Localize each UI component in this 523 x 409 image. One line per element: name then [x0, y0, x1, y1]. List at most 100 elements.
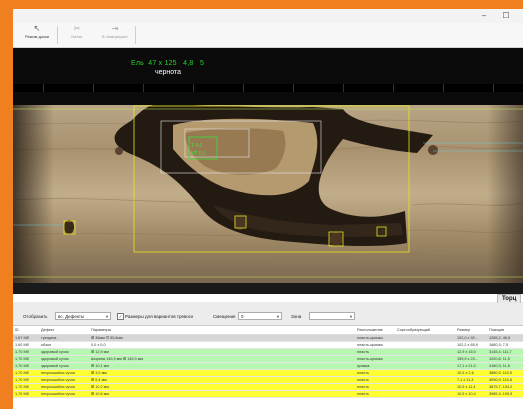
tax-button[interactable]: ✂ Налог [59, 24, 95, 46]
table-cell: 1,70 Мб [13, 348, 39, 356]
table-cell: несросшийся сучок [39, 376, 89, 384]
table-cell: 0,0 x 0,0 [89, 341, 355, 349]
minimize-button[interactable]: – [473, 9, 495, 23]
table-cell: 12,9 x 15,0 [455, 348, 487, 356]
table-cell: 1020,8; 11,5 [487, 355, 523, 363]
table-cell: 1,70 Мб [13, 369, 39, 377]
table-cell: пласть-кромка [355, 355, 395, 363]
col-header-id[interactable]: ID [13, 326, 39, 335]
board-viewer[interactable]: Ель 47 х 125 4,8 5 чернота T 4,6 КП 0,5 [13, 48, 523, 300]
board-grade-label: чернота [155, 69, 182, 76]
table-cell: ⊞ 10,2 мм [89, 383, 355, 391]
export-icon: ⇥ [111, 24, 119, 33]
table-row[interactable]: 1,70 Мб здоровый сучок ⊞ 10,1 мм кромка 17,1… [13, 362, 523, 370]
table-cell: несросшийся сучок [39, 369, 89, 377]
chevron-down-icon: ▼ [105, 314, 109, 319]
offset-label: Смещение [213, 314, 236, 319]
col-header-defect[interactable]: Дефект [39, 326, 89, 335]
filter-value: вс. Дефекты [58, 314, 85, 319]
table-cell: пласть [355, 376, 395, 384]
cursor-icon: ↖ [33, 24, 41, 33]
table-cell: пласть-кромка [355, 341, 395, 349]
table-cell: несросшийся сучок [39, 383, 89, 391]
defect-label-kp: КП 0,5 [191, 151, 206, 157]
table-cell [395, 383, 455, 391]
table-cell: ⊞ 10,6 мм [89, 390, 355, 398]
table-cell: 3875,7; 104,2 [487, 383, 523, 391]
board-scan-image[interactable]: T 4,6 КП 0,5 [13, 105, 523, 283]
table-cell: пласть [355, 390, 395, 398]
table-row[interactable]: 1,70 Мб несросшийся сучок ⊞ 10,6 мм пласть 1… [13, 390, 523, 398]
table-cell [395, 348, 455, 356]
table-cell: ⊞ 3,5 мм [89, 369, 355, 377]
table-cell: 1,70 Мб [13, 376, 39, 384]
col-header-size[interactable]: Размер [455, 326, 487, 335]
board-mode-button[interactable]: ↖ Режим доски [19, 24, 55, 46]
table-cell [395, 334, 455, 342]
table-cell: ⊞ 12,9 мм [89, 348, 355, 356]
table-cell: здоровый сучок [39, 348, 89, 356]
table-cell: 3880,9; 115,5 [487, 369, 523, 377]
table-cell: 17,1 x 21,0 [455, 362, 487, 370]
table-row[interactable]: 1,70 Мб несросшийся сучок ⊞ 10,2 мм пласть 1… [13, 383, 523, 391]
table-cell: 1,70 Мб [13, 383, 39, 391]
table-cell: 1,67 Мб [13, 334, 39, 342]
table-row[interactable]: 1,67 Мб трещина ⊞ 36мм ⊡ 50,6мм пласть-кром… [13, 334, 523, 342]
board-mode-label: Режим доски [25, 34, 49, 39]
defects-table[interactable]: ID Дефект Параметры Расположение Сортооб… [13, 325, 523, 409]
table-cell [395, 341, 455, 349]
col-header-grading[interactable]: Сортообразующий [395, 326, 455, 335]
maximize-button[interactable]: ☐ [495, 9, 517, 23]
title-bar: – ☐ [13, 9, 523, 23]
table-cell: 3985,3; 109,5 [487, 390, 523, 398]
zone-label: Зона [291, 314, 302, 319]
table-cell: 7,1 x 11,3 [455, 376, 487, 384]
table-cell: обзол [39, 341, 89, 349]
table-cell: трещина [39, 334, 89, 342]
table-cell: кромка [355, 362, 395, 370]
dimensions-checkbox[interactable]: ✓ [117, 313, 124, 320]
table-cell: несросшийся сучок [39, 390, 89, 398]
table-cell: ⊞ 10,1 мм [89, 362, 355, 370]
ruler [13, 84, 523, 92]
tab-end-face[interactable]: Торц [497, 294, 522, 303]
defect-label-t: T 4,6 [191, 143, 203, 149]
table-cell: ⊞ 5,4 мм [89, 376, 355, 384]
col-header-position[interactable]: Позиция [487, 326, 523, 335]
cut-icon: ✂ [73, 24, 81, 33]
table-cell: здоровый сучок [39, 355, 89, 363]
col-header-params[interactable]: Параметры [89, 326, 355, 335]
table-cell [395, 355, 455, 363]
filter-label: Отобразить [23, 314, 48, 319]
table-cell: пласть [355, 348, 395, 356]
table-cell [395, 376, 455, 384]
table-cell: 159,9 x 23... [455, 355, 487, 363]
table-cell: 1,70 Мб [13, 362, 39, 370]
board-spec-label: Ель 47 х 125 4,8 5 [131, 60, 205, 67]
table-cell: 1,70 Мб [13, 355, 39, 363]
table-row[interactable]: 1,70 Мб несросшийся сучок ⊞ 3,5 мм пласть 10… [13, 369, 523, 377]
table-row[interactable]: 1,70 Мб здоровый сучок Ширина 149,3 мм ⊞ 1… [13, 355, 523, 363]
toolbar: ↖ Режим доски ✂ Налог ⇥ В «матрицах» [13, 23, 523, 48]
table-row[interactable]: 1,70 Мб здоровый сучок ⊞ 12,9 мм пласть 12,9… [13, 348, 523, 356]
table-header: ID Дефект Параметры Расположение Сортооб… [13, 326, 523, 335]
table-row[interactable]: 1,70 Мб несросшийся сучок ⊞ 5,4 мм пласть 7,… [13, 376, 523, 384]
offset-dropdown[interactable]: 0 ▼ [238, 312, 282, 320]
col-header-location[interactable]: Расположение [355, 326, 395, 335]
table-cell: пласть [355, 383, 395, 391]
table-cell: здоровый сучок [39, 362, 89, 370]
dimensions-checkbox-label: Размеры для вариантов тревоги [125, 314, 193, 319]
filter-bar: Отобразить вс. Дефекты ▼ ✓ Размеры для в… [13, 311, 523, 323]
tax-label: Налог [71, 34, 83, 39]
table-cell [395, 390, 455, 398]
matrices-label: В «матрицах» [102, 34, 128, 39]
chevron-down-icon: ▼ [349, 314, 353, 319]
zone-dropdown[interactable]: ▼ [309, 312, 355, 320]
table-cell [395, 362, 455, 370]
table-row[interactable]: 1,60 Мб обзол 0,0 x 0,0 пласть-кромка 102,2 … [13, 341, 523, 349]
matrices-button[interactable]: ⇥ В «матрицах» [97, 24, 133, 46]
toolbar-divider [135, 26, 136, 44]
filter-dropdown[interactable]: вс. Дефекты ▼ [55, 312, 111, 320]
table-cell: 1,70 Мб [13, 390, 39, 398]
table-cell: 102,0 x 92... [455, 334, 487, 342]
